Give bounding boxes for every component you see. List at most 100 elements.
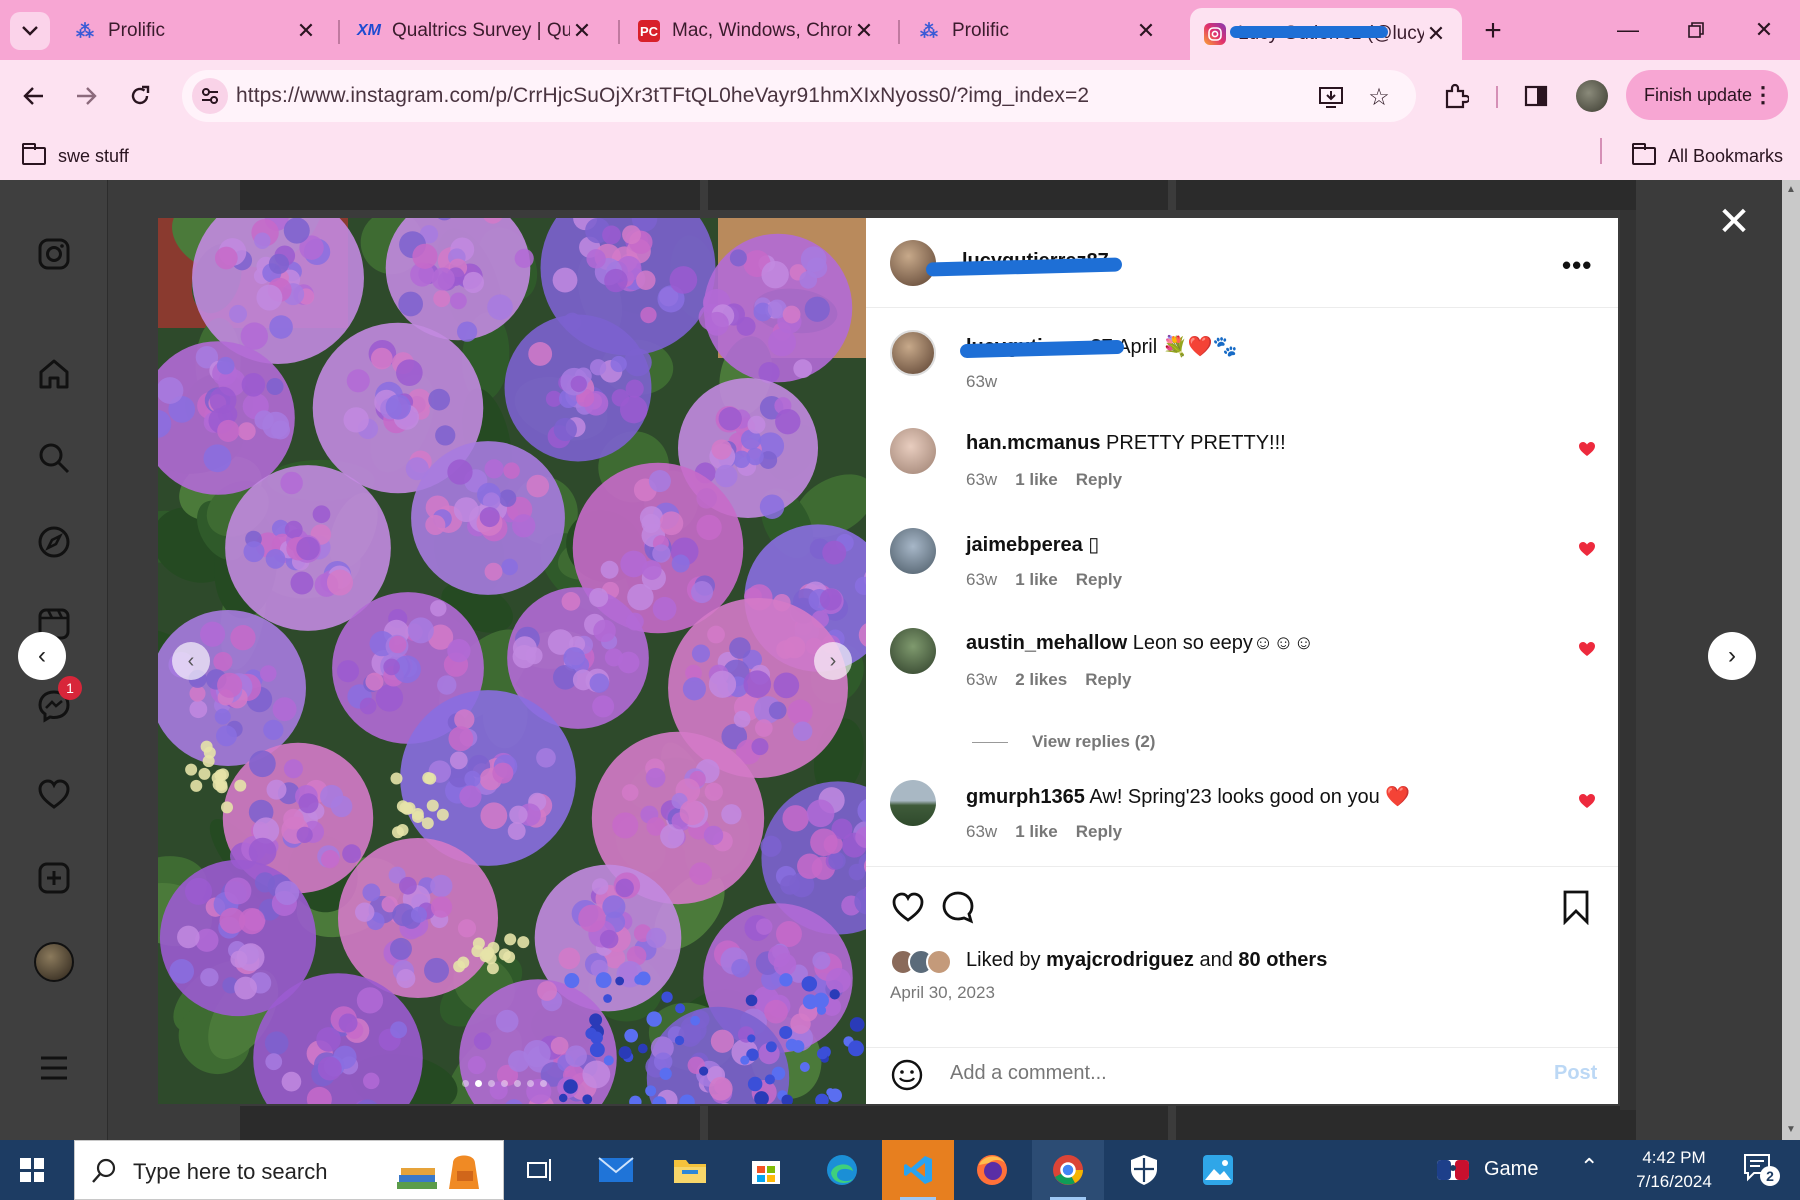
liked-heart-icon[interactable]: [1578, 440, 1596, 458]
install-app-button[interactable]: [1316, 82, 1346, 112]
close-tab-icon[interactable]: ✕: [1134, 18, 1158, 43]
profile-avatar-icon[interactable]: [32, 940, 76, 984]
game-widget-label[interactable]: Game: [1484, 1158, 1538, 1181]
all-bookmarks-button[interactable]: All Bookmarks: [1632, 142, 1783, 170]
edge-browser-app[interactable]: [806, 1140, 878, 1200]
comment-bubble-icon[interactable]: [940, 889, 976, 925]
chevron-left-icon: ‹: [38, 642, 46, 669]
reload-button[interactable]: [120, 76, 160, 116]
chrome-app[interactable]: [1032, 1140, 1104, 1200]
bookmark-star-button[interactable]: ☆: [1364, 82, 1394, 112]
minimize-button[interactable]: —: [1598, 12, 1658, 48]
task-view-button[interactable]: [504, 1140, 576, 1200]
tab-prolific-1[interactable]: ⁂ Prolific ✕: [60, 10, 332, 52]
tab-qualtrics[interactable]: XM Qualtrics Survey | Qua ✕: [344, 10, 608, 52]
file-explorer-app[interactable]: [654, 1140, 726, 1200]
bookmark-save-icon[interactable]: [1558, 889, 1594, 925]
side-panel-icon: [1524, 85, 1548, 107]
comment-username[interactable]: austin_mehallow: [966, 632, 1127, 654]
menu-hamburger-icon[interactable]: [32, 1046, 76, 1090]
scroll-up-arrow-icon[interactable]: ▲: [1785, 184, 1797, 196]
mail-app[interactable]: [580, 1140, 652, 1200]
taskbar-search-box[interactable]: Type here to search: [74, 1140, 504, 1200]
like-heart-icon[interactable]: [890, 889, 926, 925]
heart-icon[interactable]: [32, 772, 76, 816]
add-comment-row: Add a comment... Post: [866, 1047, 1618, 1099]
add-comment-input[interactable]: Add a comment...: [950, 1062, 1107, 1085]
home-icon[interactable]: [32, 352, 76, 396]
next-post-button[interactable]: ›: [1708, 632, 1756, 680]
side-panel-button[interactable]: [1518, 78, 1554, 114]
tab-instagram-active[interactable]: Lucy Gutierrez (@lucy ✕: [1190, 8, 1462, 60]
liked-heart-icon[interactable]: [1578, 792, 1596, 810]
page-scrollbar[interactable]: ▲ ▼: [1782, 180, 1800, 1140]
back-button[interactable]: [14, 76, 54, 116]
tab-pcmag[interactable]: PC Mac, Windows, Chron ✕: [624, 10, 890, 52]
caption-author-avatar[interactable]: [890, 330, 936, 376]
liked-others-link[interactable]: 80 others: [1238, 949, 1327, 971]
finish-update-button[interactable]: Finish update ⋮: [1626, 70, 1788, 120]
hydrangea-photo-art: [158, 218, 866, 1104]
site-info-button[interactable]: [192, 78, 228, 114]
forward-button[interactable]: [66, 76, 106, 116]
comment-avatar[interactable]: [890, 428, 936, 474]
comment-likes[interactable]: 2 likes: [1015, 670, 1067, 690]
close-tab-icon[interactable]: ✕: [570, 18, 594, 43]
liked-heart-icon[interactable]: [1578, 640, 1596, 658]
tab-search-button[interactable]: [10, 12, 50, 50]
prev-post-button[interactable]: ‹: [18, 632, 66, 680]
restore-button[interactable]: [1666, 12, 1726, 48]
photo-next-button[interactable]: ›: [814, 642, 852, 680]
microsoft-store-app[interactable]: [730, 1140, 802, 1200]
search-icon[interactable]: [32, 436, 76, 480]
vscode-app[interactable]: [882, 1140, 954, 1200]
emoji-smiley-icon[interactable]: [890, 1058, 924, 1092]
comment-likes[interactable]: 1 like: [1015, 470, 1058, 490]
close-window-button[interactable]: ✕: [1734, 12, 1794, 48]
comment-likes[interactable]: 1 like: [1015, 822, 1058, 842]
windows-start-button[interactable]: [12, 1150, 52, 1190]
new-tab-button[interactable]: +: [1474, 14, 1512, 48]
reply-button[interactable]: Reply: [1076, 570, 1122, 590]
notification-center-button[interactable]: 2: [1742, 1152, 1782, 1188]
create-plus-icon[interactable]: [32, 856, 76, 900]
address-bar[interactable]: https://www.instagram.com/p/CrrHjcSuOjXr…: [182, 70, 1416, 122]
comment-avatar[interactable]: [890, 628, 936, 674]
photos-app[interactable]: [1182, 1140, 1254, 1200]
extensions-button[interactable]: [1438, 78, 1474, 114]
explore-compass-icon[interactable]: [32, 520, 76, 564]
tray-overflow-chevron-icon[interactable]: ⌃: [1580, 1154, 1598, 1180]
reply-button[interactable]: Reply: [1076, 822, 1122, 842]
view-replies-button[interactable]: View replies (2): [972, 732, 1155, 752]
comment-avatar[interactable]: [890, 528, 936, 574]
instagram-logo-icon[interactable]: [32, 232, 76, 276]
profile-avatar[interactable]: [1576, 80, 1608, 112]
comment-likes[interactable]: 1 like: [1015, 570, 1058, 590]
close-tab-icon[interactable]: ✕: [852, 18, 876, 43]
star-icon: ☆: [1368, 83, 1390, 111]
restore-icon: [1688, 22, 1704, 38]
close-modal-icon[interactable]: ✕: [1716, 200, 1752, 244]
reply-button[interactable]: Reply: [1076, 470, 1122, 490]
system-clock[interactable]: 4:42 PM 7/16/2024: [1614, 1146, 1734, 1194]
more-options-icon[interactable]: •••: [1562, 250, 1592, 281]
close-tab-icon[interactable]: ✕: [1424, 21, 1448, 46]
tab-prolific-2[interactable]: ⁂ Prolific ✕: [904, 10, 1172, 52]
comment-username[interactable]: gmurph1365: [966, 786, 1085, 808]
security-app[interactable]: [1108, 1140, 1180, 1200]
bookmark-label: All Bookmarks: [1668, 145, 1784, 166]
firefox-app[interactable]: [956, 1140, 1028, 1200]
liked-user[interactable]: myajcrodriguez: [1046, 949, 1194, 971]
close-tab-icon[interactable]: ✕: [294, 18, 318, 43]
bookmarks-divider: [1600, 138, 1602, 164]
liked-heart-icon[interactable]: [1578, 540, 1596, 558]
comment-username[interactable]: han.mcmanus: [966, 432, 1100, 454]
photo-prev-button[interactable]: ‹: [172, 642, 210, 680]
bookmark-folder-swe-stuff[interactable]: swe stuff: [22, 142, 129, 170]
reply-button[interactable]: Reply: [1085, 670, 1131, 690]
comment-username[interactable]: jaimebperea: [966, 534, 1083, 556]
post-comment-button[interactable]: Post: [1554, 1062, 1597, 1085]
prolific-icon: ⁂: [76, 20, 94, 41]
scroll-down-arrow-icon[interactable]: ▼: [1785, 1124, 1797, 1136]
comment-avatar[interactable]: [890, 780, 936, 826]
